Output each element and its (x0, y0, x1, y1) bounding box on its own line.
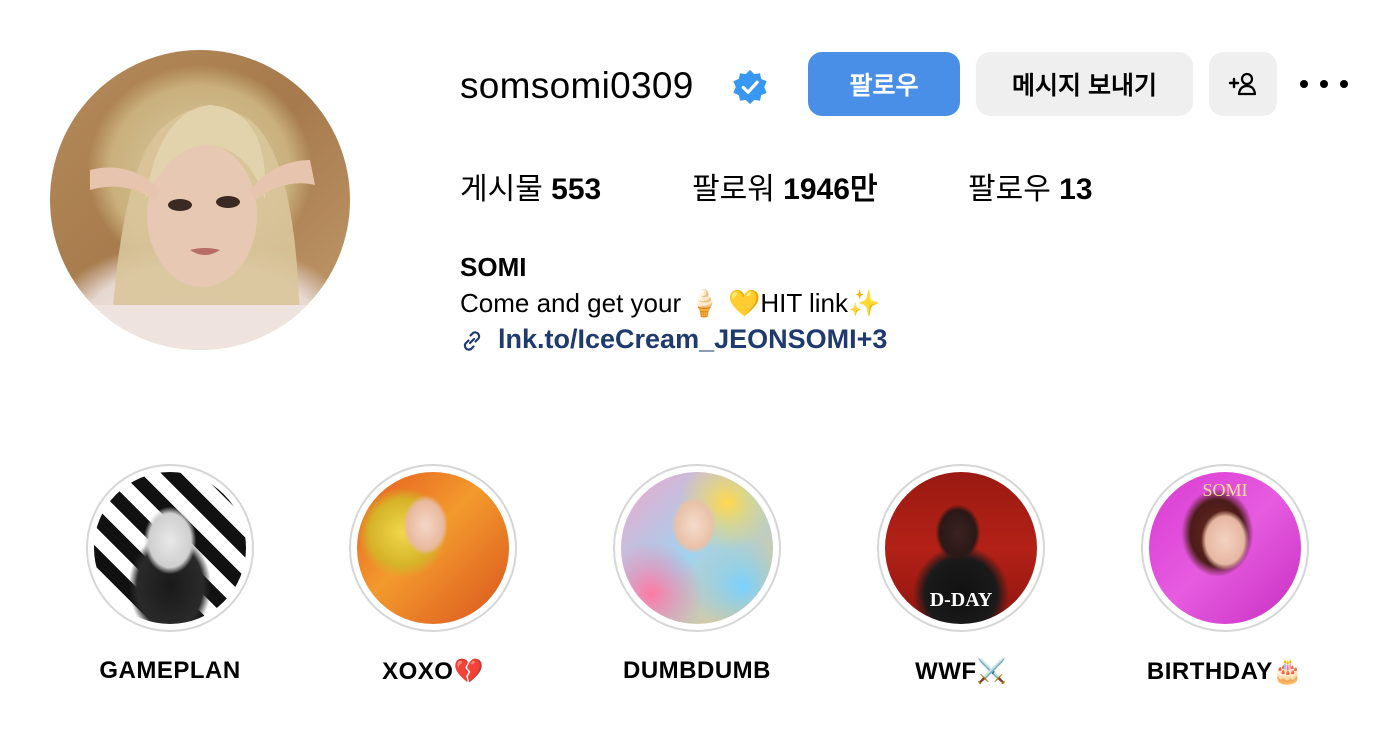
highlight-cover-text: D-DAY (929, 589, 993, 611)
profile-bio: Come and get your 🍦 💛HIT link✨ (460, 288, 881, 318)
highlight-birthday[interactable]: SOMI BIRTHDAY🎂 (1140, 464, 1310, 686)
highlight-ring (613, 464, 781, 632)
dot (1300, 80, 1308, 88)
posts-value: 553 (551, 173, 602, 206)
highlight-cover-image (357, 472, 509, 624)
following-value: 13 (1059, 173, 1093, 206)
highlight-gameplan[interactable]: GAMEPLAN (85, 464, 255, 685)
dot (1340, 80, 1348, 88)
highlight-cover-image: D-DAY (885, 472, 1037, 624)
posts-count: 게시물 553 (460, 170, 601, 210)
add-person-icon (1228, 72, 1257, 96)
highlight-label: WWF⚔️ (915, 658, 1007, 685)
suggested-accounts-button[interactable] (1209, 52, 1277, 116)
posts-label: 게시물 (460, 173, 543, 206)
highlight-label: GAMEPLAN (99, 657, 241, 684)
highlight-label: DUMBDUMB (623, 657, 771, 684)
more-options-icon[interactable] (1300, 72, 1348, 96)
highlight-label: XOXO💔 (382, 658, 484, 685)
followers-count[interactable]: 팔로워 1946만 (692, 170, 878, 210)
highlight-dumbdumb[interactable]: DUMBDUMB (612, 464, 782, 685)
link-icon (463, 331, 481, 351)
verified-badge-icon (733, 69, 767, 105)
highlight-cover-image (621, 472, 773, 624)
highlight-ring (86, 464, 254, 632)
follow-button[interactable]: 팔로우 (808, 52, 960, 116)
following-count[interactable]: 팔로우 13 (968, 170, 1093, 210)
highlight-label: BIRTHDAY🎂 (1146, 658, 1304, 685)
highlight-ring: SOMI (1141, 464, 1309, 632)
profile-link[interactable]: lnk.to/IceCream_JEONSOMI+3 (498, 322, 887, 356)
send-message-button[interactable]: 메시지 보내기 (976, 52, 1193, 116)
highlight-wwf[interactable]: D-DAY WWF⚔️ (876, 464, 1046, 686)
highlight-cover-image (94, 472, 246, 624)
following-label: 팔로우 (968, 173, 1051, 206)
followers-label: 팔로워 (692, 173, 775, 206)
highlight-cover-image: SOMI (1149, 472, 1301, 624)
profile-username: somsomi0309 (460, 65, 694, 106)
highlight-ring: D-DAY (877, 464, 1045, 632)
highlight-xoxo[interactable]: XOXO💔 (348, 464, 518, 686)
avatar-illustration (50, 105, 350, 350)
profile-avatar[interactable] (50, 50, 350, 350)
followers-value: 1946만 (783, 173, 878, 206)
highlight-cover-text: SOMI (1202, 480, 1248, 500)
highlight-ring (349, 464, 517, 632)
dot (1320, 80, 1328, 88)
profile-display-name: SOMI (460, 252, 527, 282)
